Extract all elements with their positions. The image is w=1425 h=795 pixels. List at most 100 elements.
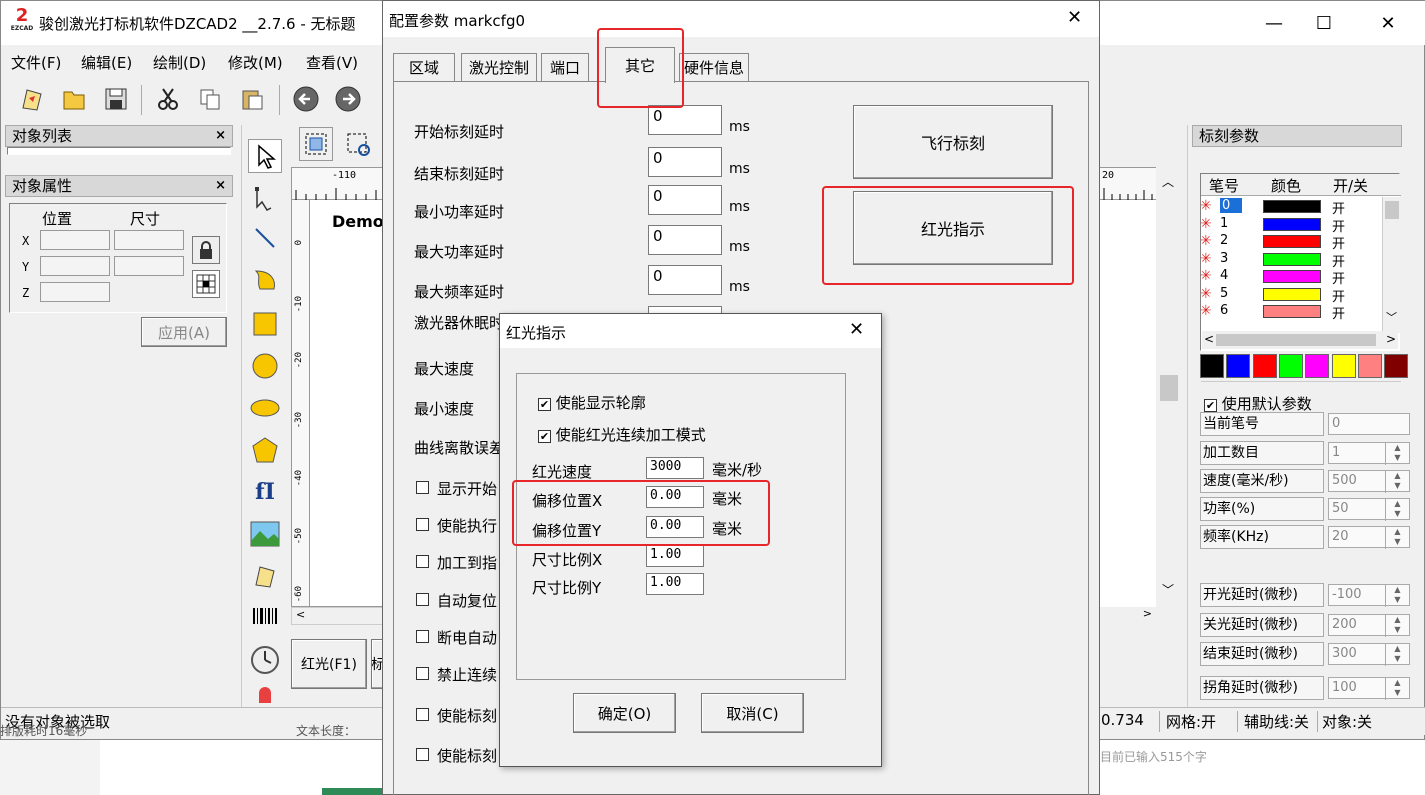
config-option[interactable]: 禁止连续 [416,664,497,685]
palette-color-swatch[interactable] [1331,354,1356,378]
palette-color-swatch[interactable] [1252,354,1277,378]
config-field-input[interactable]: 0 [648,105,722,135]
copy-icon[interactable] [193,83,227,115]
pen-color-swatch[interactable] [1263,305,1321,318]
timer-icon[interactable] [248,643,282,677]
menu-view[interactable]: 查看(V) [306,52,358,73]
enable-continuous-option[interactable]: ✔ 使能红光连续加工模式 [538,424,706,445]
pen-row[interactable]: ✳ 6 开 [1200,303,1390,322]
canvas[interactable]: -110 0 -10 -20 -30 -40 -50 -60 Demo [291,167,386,607]
palette-color-swatch[interactable] [1278,354,1303,378]
pen-color-swatch[interactable] [1263,270,1321,283]
param-value-input[interactable]: 200 ▲ ▼ [1328,614,1410,637]
config-option[interactable]: 断电自动 [416,627,497,648]
enable-continuous-checkbox[interactable]: ✔ [538,430,551,443]
cancel-button[interactable]: 取消(C) [701,693,804,733]
param-value-input[interactable]: 1 ▲ ▼ [1328,442,1410,465]
text-tool-icon[interactable]: fI [248,475,282,509]
param-value-input[interactable]: -100 ▲ ▼ [1328,584,1410,607]
select-rotate-icon[interactable] [341,127,375,161]
pen-color-swatch[interactable] [1263,287,1321,301]
param-spin-buttons[interactable]: ▲ ▼ [1385,443,1409,465]
curve-tool-icon[interactable] [248,263,282,297]
redlight-field-input[interactable]: 1.00 [646,573,704,595]
palette-color-swatch[interactable] [1305,354,1330,378]
lock-icon[interactable] [192,236,220,264]
pen-row[interactable]: ✳ 0 开 [1200,198,1390,217]
pen-state[interactable]: 开 [1332,286,1345,305]
size-y-field[interactable] [114,256,184,276]
save-icon[interactable] [99,83,133,115]
image-tool-icon[interactable] [248,517,282,551]
param-spin-buttons[interactable]: ▲ ▼ [1385,678,1409,700]
node-edit-icon[interactable] [248,181,282,215]
tab-laser-control[interactable]: 激光控制 [461,53,537,81]
pen-state[interactable]: 开 [1332,216,1345,235]
maximize-button[interactable]: ☐ [1301,9,1347,39]
enable-contour-option[interactable]: ✔ 使能显示轮廓 [538,392,646,413]
param-spin-buttons[interactable]: ▲ ▼ [1385,471,1409,493]
pen-color-swatch[interactable] [1263,217,1321,231]
config-field-input[interactable]: 0 [648,185,722,215]
config-option-checkbox[interactable] [416,555,429,568]
polygon-tool-icon[interactable] [248,433,282,467]
config-option-checkbox[interactable] [416,593,429,606]
size-x-field[interactable] [114,230,184,250]
fly-mark-button[interactable]: 飞行标刻 [853,105,1053,179]
config-option-checkbox[interactable] [416,708,429,721]
pen-table-h-scrollbar[interactable]: < > [1202,331,1398,349]
param-value-input[interactable]: 300 ▲ ▼ [1328,643,1410,666]
menu-edit[interactable]: 编辑(E) [81,52,132,73]
config-option[interactable]: 使能标刻 [416,705,497,726]
palette-color-swatch[interactable] [1226,354,1251,378]
param-value-input[interactable]: 50 ▲ ▼ [1328,498,1410,521]
close-button[interactable]: ✕ [1365,9,1411,39]
barcode-tool-icon[interactable] [248,601,282,635]
select-box-icon[interactable] [299,127,333,161]
canvas-v-scrollbar[interactable]: ︿ ﹀ [1156,167,1182,607]
ellipse-tool-icon[interactable] [248,391,282,425]
config-field-input[interactable]: 0 [648,225,722,255]
param-value-input[interactable]: 20 ▲ ▼ [1328,526,1410,549]
tab-area[interactable]: 区域 [393,53,455,81]
pen-color-swatch[interactable] [1263,200,1321,213]
config-option[interactable]: 加工到指 [416,552,497,573]
tab-port[interactable]: 端口 [541,53,589,81]
grid-anchor-icon[interactable] [192,270,220,298]
param-value-input[interactable]: 500 ▲ ▼ [1328,470,1410,493]
rectangle-tool-icon[interactable] [248,307,282,341]
menu-file[interactable]: 文件(F) [11,52,61,73]
param-spin-buttons[interactable]: ▲ ▼ [1385,499,1409,521]
palette-color-swatch[interactable] [1357,354,1382,378]
config-field-input[interactable]: 0 [648,147,722,177]
palette-color-swatch[interactable] [1384,354,1409,378]
pen-row[interactable]: ✳ 3 开 [1200,251,1390,270]
pen-row[interactable]: ✳ 5 开 [1200,286,1390,305]
pen-row[interactable]: ✳ 2 开 [1200,233,1390,252]
palette-color-swatch[interactable] [1200,354,1224,378]
select-arrow-icon[interactable] [248,139,282,173]
position-z-field[interactable] [40,282,110,302]
pen-color-swatch[interactable] [1263,235,1321,248]
position-x-field[interactable] [40,230,110,250]
forward-arrow-icon[interactable] [331,83,365,115]
use-default-checkbox[interactable]: ✔ [1204,399,1217,412]
param-spin-buttons[interactable]: ▲ ▼ [1385,644,1409,666]
pen-row[interactable]: ✳ 1 开 [1200,216,1390,235]
back-arrow-icon[interactable] [289,83,323,115]
input-port-icon[interactable] [259,687,271,703]
pen-color-swatch[interactable] [1263,252,1321,266]
pen-state[interactable]: 开 [1332,251,1345,270]
config-option[interactable]: 使能执行 [416,515,497,536]
pen-state[interactable]: 开 [1332,303,1345,322]
config-option[interactable]: 自动复位 [416,590,497,611]
pen-state[interactable]: 开 [1332,233,1345,252]
config-option-checkbox[interactable] [416,667,429,680]
position-y-field[interactable] [40,256,110,276]
pen-state[interactable]: 开 [1332,268,1345,287]
apply-button[interactable]: 应用(A) [141,317,227,347]
vector-file-icon[interactable] [248,559,282,593]
canvas-h-scrollbar[interactable]: < [291,607,385,625]
circle-tool-icon[interactable] [248,349,282,383]
canvas-text-object[interactable]: Demo [332,212,384,231]
